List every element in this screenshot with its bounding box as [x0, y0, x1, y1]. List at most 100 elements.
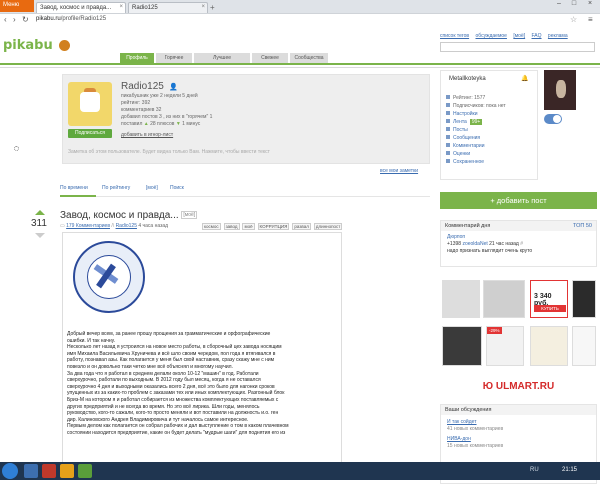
comments-link[interactable]: 179 Комментариев [66, 223, 110, 229]
post-title-text: Завод, космос и правда... [60, 210, 179, 221]
top-links: список тегов обсуждаемое [моё] FAQ рекла… [440, 33, 573, 39]
user-avatar-image[interactable] [544, 70, 576, 110]
language-indicator[interactable]: RU [530, 467, 539, 473]
tag[interactable]: КОРРУПЦИЯ [257, 223, 290, 230]
post-text-line: руководство, кого-то сажали, кого-то про… [67, 410, 279, 417]
tag[interactable]: развал [292, 223, 311, 230]
browser-menu-button[interactable]: Меню [0, 0, 34, 12]
comment-icon: ▭ [60, 223, 65, 229]
menu-saved[interactable]: Сохраненное [446, 159, 484, 165]
tab-profile[interactable]: Профиль [120, 53, 154, 63]
comment-meta-user[interactable]: zoeoldaNet [462, 241, 487, 247]
messages-icon [446, 135, 450, 139]
link-discussed[interactable]: обсуждаемое [475, 33, 506, 39]
bookmark-icon[interactable]: ☆ [570, 15, 577, 24]
post-title-tag: [моё] [181, 211, 198, 220]
tab-hot[interactable]: Горячее [156, 53, 192, 63]
folder-icon[interactable] [60, 464, 74, 478]
menu-posts[interactable]: Посты [446, 127, 468, 133]
tab-title: Radio125 [132, 5, 158, 11]
theme-toggle[interactable] [544, 114, 562, 124]
rating-icon [446, 95, 450, 99]
reload-icon[interactable]: ↻ [22, 15, 29, 24]
tab-best[interactable]: Лучшее [194, 53, 250, 63]
top50-link[interactable]: ТОП 50 [573, 223, 592, 229]
all-notes-link[interactable]: все мои заметки [380, 168, 418, 174]
post-text-line: упущенных из за каких-то проблем с заказ… [67, 390, 285, 397]
close-icon[interactable]: × [119, 4, 123, 10]
minimize-icon[interactable]: – [552, 0, 566, 10]
address-bar[interactable]: pikabu.ru/profile/Radio125 [32, 16, 552, 26]
close-window-icon[interactable]: × [583, 0, 597, 10]
link-ads[interactable]: реклама [548, 33, 568, 39]
post-title[interactable]: Завод, космос и правда... [моё] [60, 210, 198, 221]
post-text-line: состоянии находится предприятие, какие о… [67, 429, 286, 436]
sort-search[interactable]: Поиск [170, 185, 184, 191]
link-tags[interactable]: список тегов [440, 33, 469, 39]
ad-radio-image[interactable] [483, 280, 525, 318]
menu-comments[interactable]: Комментарии [446, 143, 485, 149]
ignore-link[interactable]: добавить в игнор-лист [121, 132, 173, 138]
post-meta: ▭ 179 Комментариев /\ Radio125 4 часа на… [60, 223, 168, 229]
discussion-link[interactable]: НИВА-дон [447, 436, 471, 442]
sort-by-rating[interactable]: По рейтингу [102, 185, 130, 191]
tag[interactable]: моё [242, 223, 255, 230]
site-logo[interactable]: pikabu [3, 38, 53, 53]
post-text-line: Добрый вечер всем, за ранее прошу прощен… [67, 331, 271, 337]
ad-bulb-image[interactable] [572, 326, 596, 366]
app-icon[interactable] [78, 464, 92, 478]
menu-feed[interactable]: Лента 99+ [446, 119, 483, 125]
discussion-link[interactable]: И так сойдет [447, 419, 477, 425]
tab-fresh[interactable]: Свежее [252, 53, 288, 63]
add-post-button[interactable]: + добавить пост [440, 192, 597, 209]
bell-icon[interactable]: 🔔 [521, 75, 528, 82]
factory-emblem-image [73, 241, 145, 313]
sort-mine[interactable]: [моё] [146, 185, 158, 191]
downvote-icon[interactable] [35, 233, 45, 238]
subscribe-button[interactable]: Подписаться [68, 129, 112, 138]
opera-icon[interactable] [42, 464, 56, 478]
explorer-icon[interactable] [24, 464, 38, 478]
back-icon[interactable]: ‹ [4, 15, 7, 24]
active-sort-indicator [60, 195, 96, 197]
tag[interactable]: длиннопост [313, 223, 343, 230]
tag[interactable]: космос [202, 223, 221, 230]
ad-discount-badge: -29% [487, 327, 502, 334]
post-author[interactable]: Radio125 [116, 223, 137, 229]
search-input[interactable] [440, 42, 595, 52]
profile-likes: поставил ▲ 28 плюсов ▼ 1 минус [121, 121, 200, 127]
new-tab-button[interactable]: + [210, 3, 215, 12]
tab-communities[interactable]: Сообщества [290, 53, 328, 63]
upvote-icon[interactable] [35, 210, 45, 215]
clock[interactable]: 21:15 [562, 467, 577, 473]
current-user-name[interactable]: Metallkoteyka [449, 76, 486, 82]
comment-author[interactable]: Дюрпоп [447, 234, 465, 240]
forward-icon[interactable]: › [13, 15, 16, 24]
menu-settings[interactable]: Настройки [446, 111, 478, 117]
comment-link-icon[interactable]: # [520, 241, 523, 247]
tag[interactable]: завод [223, 223, 240, 230]
browser-tab-profile[interactable]: Radio125 × [128, 2, 208, 13]
post-rating: 311 [31, 218, 47, 229]
user-note[interactable]: Заметка об этом пользователе. Будет видн… [68, 149, 270, 155]
close-icon[interactable]: × [201, 4, 205, 10]
link-faq[interactable]: FAQ [532, 33, 542, 39]
menu-messages[interactable]: Сообщения [446, 135, 480, 141]
ad-oil-image[interactable] [530, 326, 568, 366]
browser-tab-post[interactable]: Завод, космос и правда... × [36, 2, 126, 13]
browser-settings-icon[interactable]: ≡ [588, 15, 593, 24]
menu-votes[interactable]: Оценки [446, 151, 470, 157]
ad-price-card[interactable]: 3 340 руб. КУПИТЬ [530, 280, 568, 318]
ad-remote-image[interactable] [572, 280, 596, 318]
ad-brand-logo[interactable]: Ю ULMART.RU [440, 378, 597, 396]
maximize-icon[interactable]: □ [567, 0, 581, 10]
ad-battery-image[interactable] [442, 326, 482, 366]
ad-buy-button[interactable]: КУПИТЬ [534, 305, 566, 312]
ad-car-image[interactable] [442, 280, 480, 318]
start-button[interactable] [2, 463, 18, 479]
comment-score-line: +1398 zoeoldaNet 21 час назад # [447, 241, 523, 247]
link-mine[interactable]: [моё] [513, 33, 525, 39]
ad-banner[interactable]: 3 340 руб. КУПИТЬ -29% Ю ULMART.RU [440, 278, 597, 410]
sort-by-time[interactable]: По времени [60, 185, 88, 191]
ad-filter-image[interactable]: -29% [486, 326, 524, 366]
